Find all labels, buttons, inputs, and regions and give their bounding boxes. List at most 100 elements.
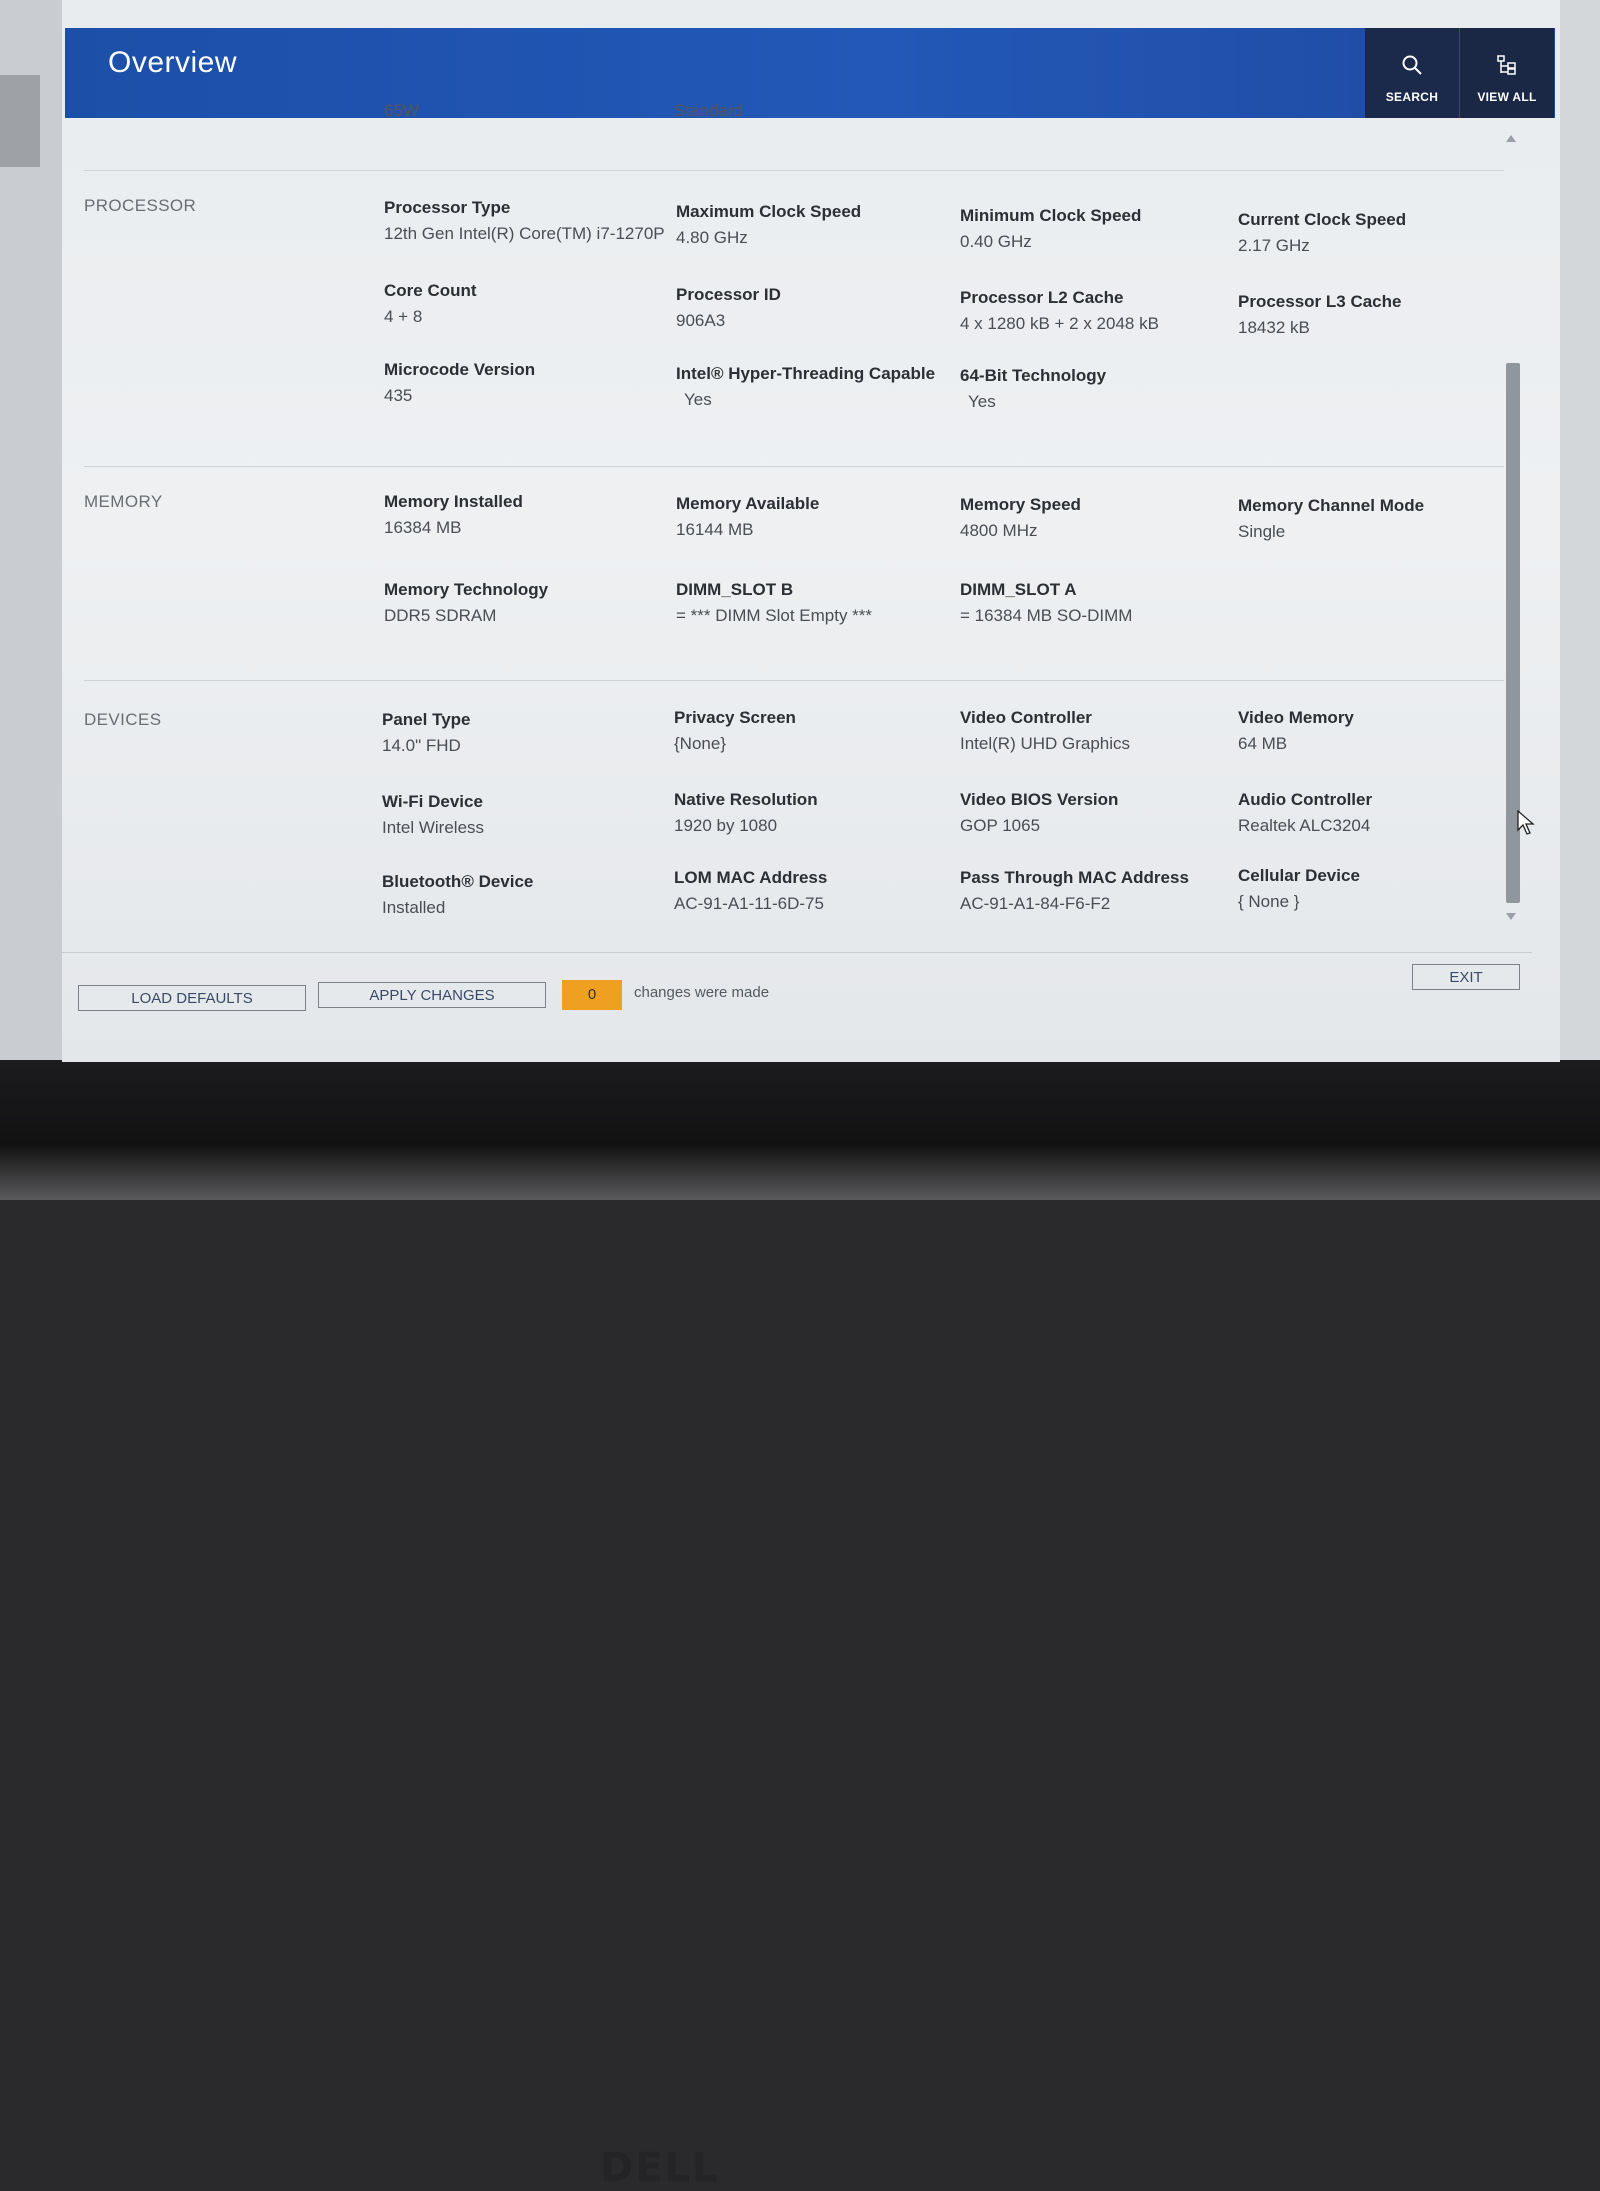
devices-section-title: DEVICES bbox=[84, 710, 162, 729]
change-count-badge: 0 bbox=[562, 980, 622, 1010]
field-value: {None} bbox=[674, 734, 726, 753]
field-video-controller: Video Controller Intel(R) UHD Graphics bbox=[960, 708, 1240, 754]
field-label: Processor Type bbox=[384, 198, 511, 217]
section-divider bbox=[84, 170, 1504, 171]
field-label: DIMM_SLOT B bbox=[676, 580, 794, 599]
field-value: = 16384 MB SO-DIMM bbox=[960, 606, 1133, 625]
field-label: Video BIOS Version bbox=[960, 790, 1119, 809]
apply-changes-button[interactable]: APPLY CHANGES bbox=[318, 982, 546, 1008]
field-audio-controller: Audio Controller Realtek ALC3204 bbox=[1238, 790, 1518, 836]
field-value: Intel Wireless bbox=[382, 818, 485, 837]
field-value: 4.80 GHz bbox=[676, 228, 748, 247]
field-bluetooth-device: Bluetooth® Device Installed bbox=[382, 872, 662, 918]
field-value: 14.0" FHD bbox=[382, 736, 461, 755]
field-processor-type: Processor Type 12th Gen Intel(R) Core(TM)… bbox=[384, 198, 665, 244]
field-value: 18432 kB bbox=[1238, 318, 1310, 337]
field-value: 16384 MB bbox=[384, 518, 462, 537]
field-label: Video Controller bbox=[960, 708, 1092, 727]
field-value: 4 + 8 bbox=[384, 307, 423, 326]
field-value: Single bbox=[1238, 522, 1286, 541]
field-value: 4 x 1280 kB + 2 x 2048 kB bbox=[960, 314, 1159, 333]
field-current-clock-speed: Current Clock Speed 2.17 GHz bbox=[1238, 210, 1518, 256]
field-memory-installed: Memory Installed 16384 MB bbox=[384, 492, 664, 538]
vertical-scrollbar[interactable] bbox=[1502, 135, 1522, 925]
field-wifi-device: Wi-Fi Device Intel Wireless bbox=[382, 792, 662, 838]
mouse-cursor-icon bbox=[1517, 809, 1535, 841]
field-label: Processor L2 Cache bbox=[960, 288, 1124, 307]
field-label: Wi-Fi Device bbox=[382, 792, 483, 811]
field-dimm-slot-a: DIMM_SLOT A = 16384 MB SO-DIMM bbox=[960, 580, 1240, 626]
field-memory-available: Memory Available 16144 MB bbox=[676, 494, 956, 540]
field-label: Cellular Device bbox=[1238, 866, 1360, 885]
load-defaults-button[interactable]: LOAD DEFAULTS bbox=[78, 985, 306, 1011]
field-label: Core Count bbox=[384, 281, 477, 300]
field-min-clock-speed: Minimum Clock Speed 0.40 GHz bbox=[960, 206, 1240, 252]
field-label: Memory Installed bbox=[384, 492, 523, 511]
field-cellular-device: Cellular Device { None } bbox=[1238, 866, 1518, 912]
section-divider bbox=[84, 466, 1504, 467]
view-all-icon bbox=[1460, 54, 1554, 76]
field-label: Audio Controller bbox=[1238, 790, 1373, 809]
field-label: Native Resolution bbox=[674, 790, 818, 809]
clipped-previous-row: 65W Standard bbox=[62, 95, 1502, 121]
field-label: Processor L3 Cache bbox=[1238, 292, 1402, 311]
memory-section-title: MEMORY bbox=[84, 492, 163, 511]
clipped-value-right: Standard bbox=[674, 101, 743, 120]
field-video-memory: Video Memory 64 MB bbox=[1238, 708, 1518, 754]
field-value: 16144 MB bbox=[676, 520, 754, 539]
field-label: Pass Through MAC Address bbox=[960, 868, 1189, 887]
field-label: Maximum Clock Speed bbox=[676, 202, 862, 221]
field-64bit-technology: 64-Bit Technology Yes bbox=[960, 366, 1240, 412]
monitor-bezel-left bbox=[0, 0, 62, 1075]
field-value: { None } bbox=[1238, 892, 1300, 911]
field-microcode-version: Microcode Version 435 bbox=[384, 360, 664, 406]
section-divider bbox=[84, 680, 1504, 681]
field-label: Microcode Version bbox=[384, 360, 536, 379]
field-privacy-screen: Privacy Screen {None} bbox=[674, 708, 954, 754]
field-value: 64 MB bbox=[1238, 734, 1288, 753]
changes-status-text: changes were made bbox=[634, 984, 770, 1001]
field-value: 435 bbox=[384, 386, 413, 405]
field-label: Processor ID bbox=[676, 285, 781, 304]
field-memory-speed: Memory Speed 4800 MHz bbox=[960, 495, 1240, 541]
processor-section-title: PROCESSOR bbox=[84, 196, 197, 215]
field-value: = *** DIMM Slot Empty *** bbox=[676, 606, 873, 625]
field-l3-cache: Processor L3 Cache 18432 kB bbox=[1238, 292, 1518, 338]
field-lom-mac-address: LOM MAC Address AC-91-A1-11-6D-75 bbox=[674, 868, 954, 914]
processor-section: PROCESSOR Processor Type 12th Gen Intel(R… bbox=[84, 196, 1504, 456]
scroll-up-arrow-icon[interactable] bbox=[1506, 135, 1516, 142]
search-icon bbox=[1365, 54, 1459, 76]
field-label: Memory Channel Mode bbox=[1238, 496, 1425, 515]
field-value: AC-91-A1-11-6D-75 bbox=[674, 894, 824, 913]
field-pass-through-mac: Pass Through MAC Address AC-91-A1-84-F6-F… bbox=[960, 868, 1240, 914]
field-value: AC-91-A1-84-F6-F2 bbox=[960, 894, 1111, 913]
field-label: Minimum Clock Speed bbox=[960, 206, 1142, 225]
scroll-down-arrow-icon[interactable] bbox=[1506, 913, 1516, 920]
field-value: DDR5 SDRAM bbox=[384, 606, 497, 625]
devices-section: DEVICES Panel Type 14.0" FHD Privacy Scre… bbox=[84, 708, 1504, 940]
field-label: DIMM_SLOT A bbox=[960, 580, 1077, 599]
field-l2-cache: Processor L2 Cache 4 x 1280 kB + 2 x 2048… bbox=[960, 288, 1240, 334]
field-memory-channel-mode: Memory Channel Mode Single bbox=[1238, 496, 1518, 542]
exit-button[interactable]: EXIT bbox=[1412, 964, 1520, 990]
field-label: Privacy Screen bbox=[674, 708, 796, 727]
field-value: 12th Gen Intel(R) Core(TM) i7-1270P bbox=[384, 224, 665, 243]
field-hyper-threading: Intel® Hyper-Threading Capable Yes bbox=[676, 364, 956, 410]
field-value: Yes bbox=[968, 392, 996, 411]
field-value: Installed bbox=[382, 898, 446, 917]
field-value: 1920 by 1080 bbox=[674, 816, 778, 835]
field-native-resolution: Native Resolution 1920 by 1080 bbox=[674, 790, 954, 836]
field-value: Intel(R) UHD Graphics bbox=[960, 734, 1131, 753]
dell-logo: DELL bbox=[600, 2145, 720, 2191]
field-label: Bluetooth® Device bbox=[382, 872, 534, 891]
page-title: Overview bbox=[108, 46, 238, 79]
field-value: 906A3 bbox=[676, 311, 726, 330]
field-label: Video Memory bbox=[1238, 708, 1354, 727]
field-core-count: Core Count 4 + 8 bbox=[384, 281, 664, 327]
bios-screen: Overview SEARCH VIEW ALL 65W Standard PR… bbox=[62, 0, 1560, 1062]
field-memory-technology: Memory Technology DDR5 SDRAM bbox=[384, 580, 664, 626]
field-label: LOM MAC Address bbox=[674, 868, 828, 887]
field-label: Memory Technology bbox=[384, 580, 549, 599]
field-label: Memory Speed bbox=[960, 495, 1081, 514]
field-value: Realtek ALC3204 bbox=[1238, 816, 1371, 835]
